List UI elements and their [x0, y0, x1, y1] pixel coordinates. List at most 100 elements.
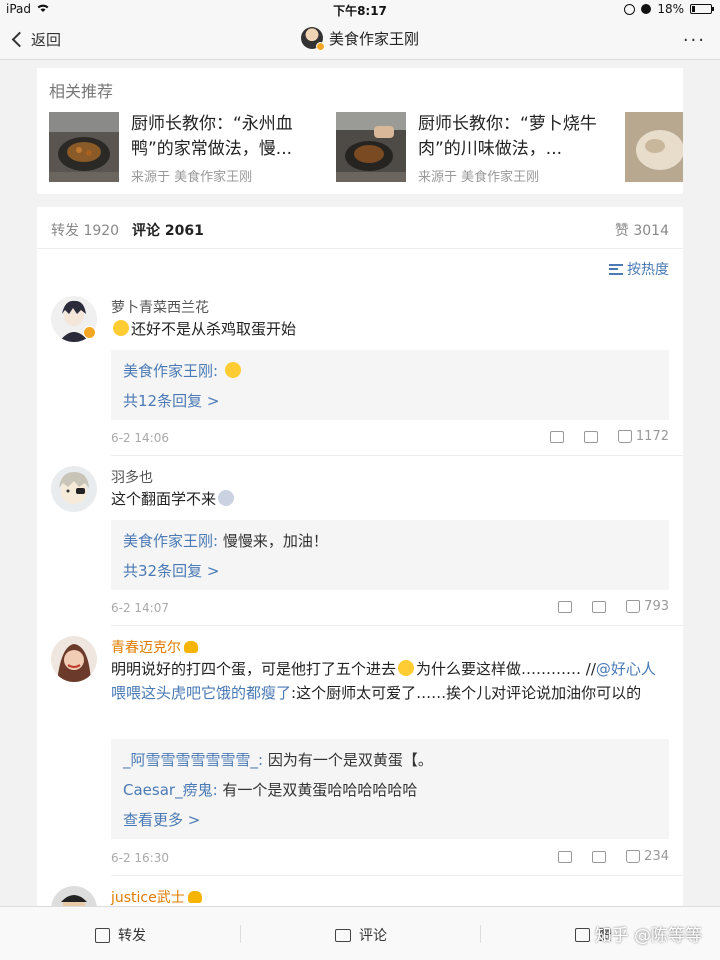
comment-text: 这个翻面学不来	[111, 487, 669, 511]
like-count: 793	[644, 599, 669, 614]
related-item[interactable]: 厨师长教你：“萝卜烧牛肉”的川味做法，... 来源于 美食作家王刚	[336, 112, 600, 185]
reply-icon[interactable]	[583, 430, 598, 443]
tab-comment-label: 评论	[132, 223, 160, 239]
reply-author[interactable]: 美食作家王刚:	[123, 532, 218, 550]
reply-text: 慢慢来，加油！	[222, 532, 328, 550]
interaction-tabs: 转发 1920 评论 2061 赞 3014	[37, 207, 683, 249]
share-icon[interactable]	[558, 600, 573, 613]
related-item-source: 来源于 美食作家王刚	[131, 170, 253, 185]
reply-text: 有一个是双黄蛋哈哈哈哈哈哈	[222, 781, 418, 799]
tab-like-count: 3014	[633, 223, 669, 239]
like-button[interactable]: 793	[626, 599, 669, 614]
comment-icon	[335, 928, 351, 942]
nav-bar: 返回 美食作家王刚 ···	[0, 20, 720, 60]
thumbs-up-icon	[626, 600, 641, 613]
comment-label: 评论	[359, 928, 387, 944]
nav-title[interactable]: 美食作家王刚	[0, 27, 720, 51]
divider	[240, 925, 241, 943]
tab-repost[interactable]: 转发 1920	[51, 220, 119, 240]
reply-text: 因为有一个是双黄蛋【。	[267, 751, 433, 769]
divider	[111, 875, 683, 876]
sort-button[interactable]: 按热度	[609, 259, 669, 279]
like-button[interactable]: 1172	[617, 429, 669, 444]
reply-line: 美食作家王刚:	[123, 360, 243, 381]
view-replies-link[interactable]: 共12条回复 >	[123, 390, 219, 411]
share-icon[interactable]	[558, 850, 573, 863]
related-recommendations: 相关推荐 厨师长教你：“永州血鸭”的家常做法，慢... 来源于 美食作家王刚 厨…	[37, 68, 683, 194]
like-button[interactable]: 234	[626, 849, 669, 864]
thumbs-up-icon	[575, 928, 590, 942]
battery-percent: 18%	[657, 2, 684, 16]
more-menu-button[interactable]: ···	[683, 30, 706, 51]
alarm-icon	[641, 4, 652, 14]
comment-time: 6-2 16:30	[111, 851, 169, 865]
reply-icon[interactable]	[592, 600, 607, 613]
comment-author[interactable]: 青春迈克尔	[111, 637, 198, 657]
vip-crown-icon	[184, 641, 198, 653]
related-item[interactable]	[625, 112, 683, 182]
comment-author[interactable]: justice武士	[111, 887, 202, 906]
repost-button[interactable]: 转发	[95, 925, 146, 945]
battery-icon	[690, 4, 714, 14]
related-item[interactable]: 厨师长教你：“永州血鸭”的家常做法，慢... 来源于 美食作家王刚	[49, 112, 313, 185]
comment-author[interactable]: 羽多也	[111, 467, 153, 487]
tab-repost-label: 转发	[51, 223, 79, 239]
thumbs-up-icon	[617, 430, 632, 443]
emoji-icon	[218, 490, 235, 506]
tab-repost-count: 1920	[83, 223, 120, 239]
like-count: 1172	[635, 429, 669, 444]
avatar	[300, 27, 325, 51]
comment-button[interactable]: 评论	[335, 925, 387, 945]
avatar[interactable]	[51, 636, 97, 682]
comment-text: 明明说好的打四个蛋，可是他打了五个进去 为什么要这样做………… //@好心人喂喂这…	[111, 657, 669, 705]
vip-crown-icon	[187, 891, 202, 903]
related-item-title: 厨师长教你：“萝卜烧牛肉”的川味做法，...	[418, 114, 597, 159]
comment-time: 6-2 14:06	[111, 431, 169, 445]
reply-author[interactable]: 美食作家王刚:	[123, 362, 218, 380]
verified-badge-icon	[315, 42, 325, 51]
like-count: 234	[644, 849, 669, 864]
reply-line: _阿雪雪雪雪雪雪雪_: 因为有一个是双黄蛋【。	[123, 749, 433, 770]
view-replies-link[interactable]: 共32条回复 >	[123, 560, 219, 581]
tab-comment[interactable]: 评论 2061	[132, 220, 204, 240]
avatar[interactable]	[51, 466, 97, 512]
comment-meta: 6-2 14:07 793	[111, 599, 669, 619]
reply-line: Caesar_痨鬼: 有一个是双黄蛋哈哈哈哈哈哈	[123, 779, 417, 800]
divider	[111, 625, 683, 626]
reply-author[interactable]: Caesar_痨鬼:	[123, 781, 218, 799]
reply-box[interactable]: 美食作家王刚: 共12条回复 >	[111, 350, 669, 420]
reply-author[interactable]: _阿雪雪雪雪雪雪雪_:	[123, 751, 263, 769]
share-icon[interactable]	[549, 430, 564, 443]
comment-text: 还好不是从杀鸡取蛋开始	[111, 317, 669, 341]
nav-title-text: 美食作家王刚	[328, 29, 419, 48]
repost-label: 转发	[118, 928, 146, 944]
verified-badge-icon	[83, 326, 96, 339]
tab-like[interactable]: 赞 3014	[615, 220, 669, 240]
comment-author-name: justice武士	[111, 890, 185, 906]
sort-label: 按热度	[627, 262, 669, 278]
video-thumbnail	[625, 112, 683, 182]
comment-time: 6-2 14:07	[111, 601, 169, 615]
comment-author[interactable]: 萝卜青菜西兰花	[111, 297, 209, 317]
comment-text-part: 为什么要这样做………… //	[416, 660, 596, 678]
avatar[interactable]	[51, 886, 97, 906]
bottom-action-bar: 转发 评论 赞 知乎 @陈等等	[0, 906, 720, 960]
related-title: 相关推荐	[49, 82, 114, 101]
video-thumbnail	[336, 112, 406, 182]
watermark: 知乎 @陈等等	[594, 926, 702, 946]
comment-list: 按热度 萝卜青菜西兰花 还好不是从杀鸡取蛋开始 美食作家王刚: 共12条回复 >…	[37, 249, 683, 906]
lock-rotation-icon	[624, 3, 636, 15]
comment-text-body: 这个翻面学不来	[111, 490, 217, 508]
reply-icon[interactable]	[592, 850, 607, 863]
view-more-link[interactable]: 查看更多 >	[123, 809, 200, 830]
comment-text-body: 还好不是从杀鸡取蛋开始	[131, 320, 297, 338]
comment-text-part: :这个厨师太可爱了……挨个儿对评论说加油你可以的	[291, 684, 642, 702]
thumbs-up-icon	[626, 850, 641, 863]
related-item-title: 厨师长教你：“永州血鸭”的家常做法，慢...	[131, 114, 293, 159]
reply-box[interactable]: 美食作家王刚: 慢慢来，加油！ 共32条回复 >	[111, 520, 669, 590]
emoji-icon	[224, 362, 241, 378]
emoji-icon	[398, 660, 415, 676]
reply-line: 美食作家王刚: 慢慢来，加油！	[123, 530, 328, 551]
reply-box[interactable]: _阿雪雪雪雪雪雪雪_: 因为有一个是双黄蛋【。 Caesar_痨鬼: 有一个是双…	[111, 739, 669, 839]
related-item-source: 来源于 美食作家王刚	[418, 170, 540, 185]
